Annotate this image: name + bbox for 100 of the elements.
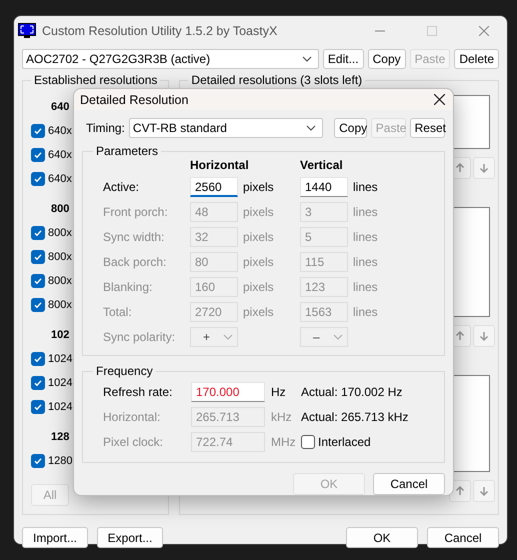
checkbox[interactable] [31,376,45,390]
checkbox[interactable] [31,454,45,468]
resolution-label: 800x [48,299,72,311]
unit-label: pixels [243,230,275,244]
checkmark-icon [33,126,43,136]
field-label: Total: [103,305,133,319]
move-down-button[interactable] [473,325,495,347]
checkmark-icon [33,150,43,160]
dialog-title: Detailed Resolution [80,92,188,106]
checkbox[interactable] [31,400,45,414]
dialog-button[interactable]: Reset [410,118,445,138]
unit-label: kHz [271,410,292,424]
resolution-label: 640x [48,125,72,137]
field-label: Pixel clock: [103,435,164,449]
column-heading: Vertical [300,158,344,172]
toolbar-button[interactable]: Delete [454,49,499,69]
checkmark-icon [33,300,43,310]
footer-button[interactable]: Export... [97,527,163,548]
arrow-up-icon [455,486,465,496]
device-dropdown[interactable]: AOC2702 - Q27G2G3R3B (active) [22,49,319,69]
field-label: Back porch: [103,255,168,269]
chevron-down-icon [223,334,233,340]
actual-value: Actual: 265.713 kHz [301,410,408,424]
resolution-label: 640x [48,149,72,161]
checkmark-icon [33,228,43,238]
resolution-label: 800x [48,275,72,287]
footer-button[interactable]: Cancel [427,527,499,548]
resolution-label: 1024 [48,353,72,365]
checkbox[interactable] [31,274,45,288]
unit-label: lines [353,255,379,269]
group-title: Frequency [95,364,154,378]
field-label: Blanking: [103,280,154,294]
checkbox[interactable] [31,352,45,366]
dialog-button[interactable]: Copy [334,118,367,138]
group-title: Parameters [95,144,160,158]
checkbox[interactable] [31,298,45,312]
unit-label: pixels [243,305,275,319]
monitor-icon [18,23,36,39]
unit-label: lines [353,230,379,244]
chevron-down-icon [306,125,316,131]
checkbox[interactable] [31,226,45,240]
group-title: Established resolutions [33,73,158,87]
checkmark-icon [33,252,43,262]
close-icon[interactable] [434,94,445,105]
unit-label: lines [353,305,379,319]
resolution-label: 800x [48,227,72,239]
field-label: Front porch: [103,205,169,219]
group-heading: 102 [51,329,70,341]
toolbar-button[interactable]: Edit... [322,49,364,69]
checkmark-icon [33,276,43,286]
checkbox[interactable] [31,124,45,138]
field-label: Sync polarity: [103,330,176,344]
arrow-down-icon [479,331,489,341]
checkmark-icon [33,402,43,412]
cancel-button[interactable]: Cancel [373,473,445,495]
checkmark-icon [33,456,43,466]
field-label: Horizontal: [103,410,162,424]
timing-dropdown[interactable]: CVT-RB standard [128,118,323,138]
unit-label: pixels [243,180,275,194]
arrow-down-icon [479,486,489,496]
checkbox[interactable] [31,250,45,264]
resolution-label: 1024 [48,401,72,413]
group-title: Detailed resolutions (3 slots left) [190,73,364,87]
unit-label: lines [353,180,379,194]
group-heading: 128 [51,431,70,443]
checkbox-label: Interlaced [318,435,371,449]
window-title: Custom Resolution Utility 1.5.2 by ToastyX [42,24,278,38]
chevron-down-icon [333,334,343,340]
unit-label: Hz [271,385,286,399]
field-label: Active: [103,180,140,194]
field-label: Refresh rate: [103,385,174,399]
footer-button[interactable]: Import... [22,527,88,548]
checkbox[interactable] [31,148,45,162]
unit-label: lines [353,205,379,219]
column-heading: Horizontal [190,158,250,172]
toolbar-button[interactable]: Copy [368,49,406,69]
checkmark-icon [33,354,43,364]
move-down-button[interactable] [473,480,495,502]
unit-label: pixels [243,205,275,219]
footer-button[interactable]: OK [346,527,418,548]
move-down-button[interactable] [473,157,495,179]
input-field[interactable]: 1440 [300,177,348,197]
resolution-label: 640x [48,173,72,185]
input-field[interactable]: 170.000 [191,382,265,402]
group-heading: 640 [51,101,70,113]
actual-value: Actual: 170.002 Hz [301,385,402,399]
arrow-down-icon [479,163,489,173]
field-label: Sync width: [103,230,166,244]
field-label: Timing: [86,121,125,135]
checkbox[interactable] [31,172,45,186]
resolution-label: 800x [48,251,72,263]
unit-label: pixels [243,255,275,269]
resolution-label: 1024 [48,377,72,389]
arrow-up-icon [455,163,465,173]
resolution-label: 1280 [48,455,72,467]
input-field[interactable]: 2560 [190,177,238,197]
unit-label: MHz [271,435,296,449]
unit-label: pixels [243,280,275,294]
unit-label: lines [353,280,379,294]
arrow-up-icon [455,331,465,341]
